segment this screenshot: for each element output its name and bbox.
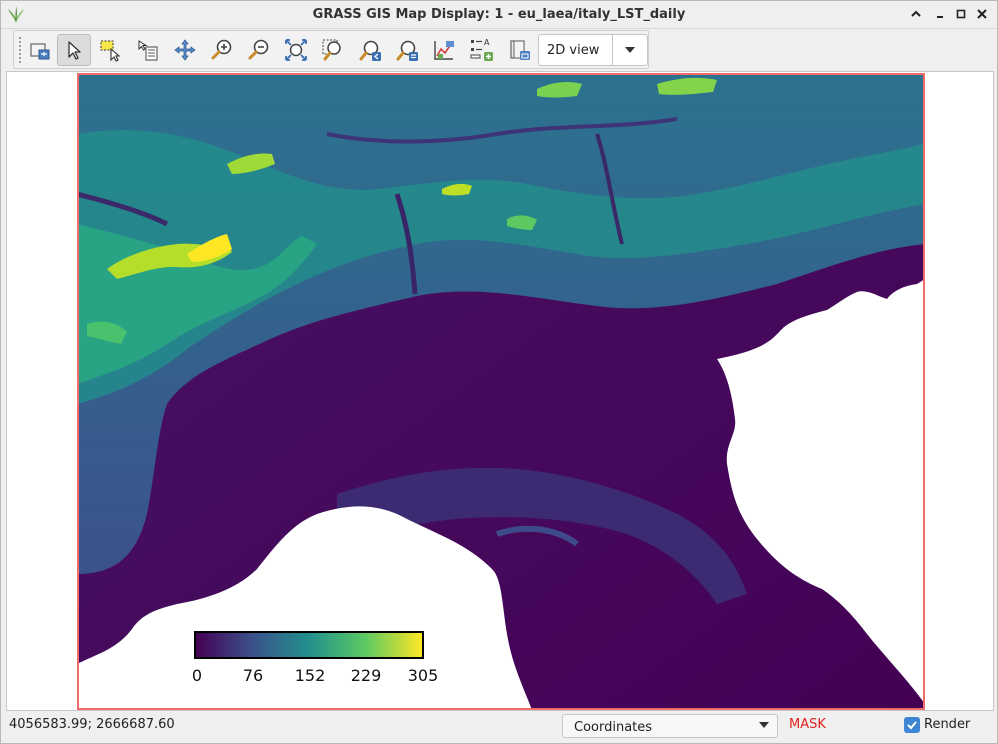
- maximize-icon: [956, 9, 966, 19]
- zoom-back-icon: [359, 40, 381, 61]
- select-button[interactable]: [94, 34, 128, 66]
- zoom-extent-button[interactable]: [279, 34, 313, 66]
- mask-indicator[interactable]: MASK: [789, 717, 826, 732]
- render-checkbox[interactable]: [904, 717, 920, 733]
- zoom-region-button[interactable]: [316, 34, 350, 66]
- zoom-extent-icon: [285, 39, 307, 61]
- elevation-raster-map: [77, 74, 925, 710]
- query-button[interactable]: [131, 34, 165, 66]
- zoom-menu-icon: [396, 40, 418, 61]
- chevron-up-icon: [911, 10, 921, 17]
- statusbar-mode-select[interactable]: Coordinates: [562, 714, 778, 738]
- checkmark-icon: [907, 721, 917, 730]
- view-mode-select[interactable]: 2D view: [538, 34, 648, 66]
- pointer-button[interactable]: [57, 34, 91, 66]
- window-title: GRASS GIS Map Display: 1 - eu_laea/italy…: [312, 7, 686, 22]
- map-display-window: GRASS GIS Map Display: 1 - eu_laea/italy…: [0, 0, 998, 744]
- svg-text:A: A: [484, 38, 490, 47]
- legend-tick: 152: [294, 666, 326, 685]
- statusbar-mode-value: Coordinates: [574, 720, 653, 735]
- layer-manager-button[interactable]: [23, 34, 57, 66]
- pan-icon: [174, 39, 196, 61]
- map-canvas[interactable]: 0 76 152 229 305: [6, 71, 994, 711]
- close-button[interactable]: [973, 5, 991, 23]
- legend-tick: 229: [350, 666, 382, 685]
- decorations-button[interactable]: A: [465, 34, 499, 66]
- zoom-in-button[interactable]: [205, 34, 239, 66]
- render-label: Render: [924, 717, 971, 732]
- pointer-icon: [68, 41, 81, 60]
- zoom-out-button[interactable]: [242, 34, 276, 66]
- legend-tick: 76: [242, 666, 264, 685]
- map-toolbar: A 2D view: [13, 30, 649, 69]
- pan-button[interactable]: [168, 34, 202, 66]
- close-icon: [977, 9, 987, 19]
- decorations-icon: A: [470, 38, 493, 61]
- toolbar-grip[interactable]: [18, 36, 22, 64]
- zoom-out-icon: [248, 39, 269, 60]
- zoom-menu-button[interactable]: [390, 34, 424, 66]
- minimize-icon: [937, 16, 943, 18]
- chevron-down-icon: [759, 722, 769, 728]
- legend-colorbar[interactable]: [194, 631, 424, 659]
- analyze-button[interactable]: [427, 34, 461, 66]
- zoom-region-icon: [322, 39, 341, 61]
- legend-tick: 305: [407, 666, 439, 685]
- select-icon: [100, 40, 121, 62]
- zoom-in-icon: [211, 39, 232, 60]
- minimize-window-button[interactable]: [931, 5, 949, 23]
- save-image-icon: [510, 40, 530, 60]
- analyze-icon: [434, 41, 454, 60]
- maximize-button[interactable]: [952, 5, 970, 23]
- minimize-button[interactable]: [907, 5, 925, 23]
- chevron-down-icon: [625, 47, 635, 53]
- zoom-back-button[interactable]: [353, 34, 387, 66]
- legend-tick: 0: [191, 666, 203, 685]
- status-bar: 4056583.99; 2666687.60 Coordinates MASK …: [1, 712, 997, 743]
- coordinates-readout: 4056583.99; 2666687.60: [9, 717, 175, 732]
- query-icon: [138, 40, 158, 61]
- layer-manager-icon: [30, 43, 50, 60]
- title-bar: GRASS GIS Map Display: 1 - eu_laea/italy…: [1, 1, 997, 29]
- save-image-button[interactable]: [502, 34, 536, 66]
- view-mode-dropdown-button[interactable]: [612, 35, 648, 65]
- view-mode-value: 2D view: [547, 43, 600, 58]
